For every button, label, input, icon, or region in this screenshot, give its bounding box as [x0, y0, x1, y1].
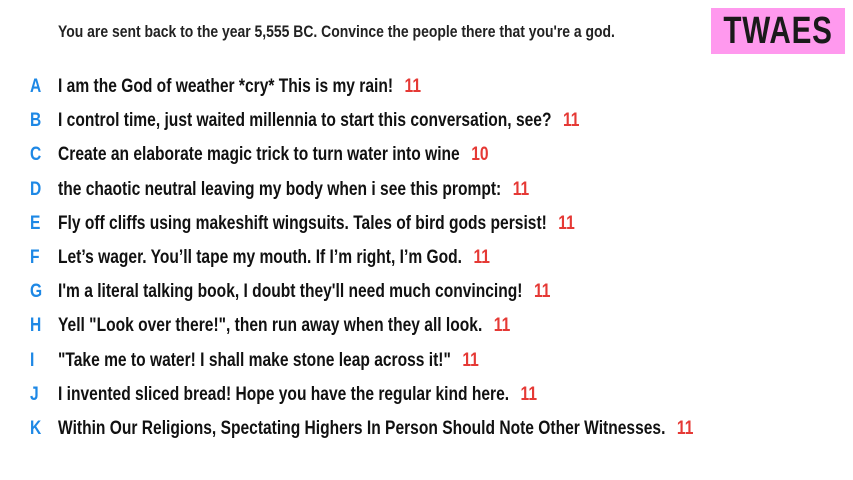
entry-letter: K — [30, 417, 42, 439]
entry-content: I'm a literal talking book, I doubt they… — [58, 281, 550, 303]
entry-content: Yell "Look over there!", then run away w… — [58, 315, 510, 337]
entry-score: 11 — [493, 315, 511, 337]
list-item: K Within Our Religions, Spectating Highe… — [0, 412, 853, 446]
entry-score: 10 — [471, 144, 489, 166]
list-item: C Create an elaborate magic trick to tur… — [0, 138, 853, 172]
entry-letter: D — [30, 178, 42, 200]
prompt-text: You are sent back to the year 5,555 BC. … — [58, 22, 615, 41]
entry-letter: E — [30, 212, 41, 234]
list-item: E Fly off cliffs using makeshift wingsui… — [0, 207, 853, 241]
entry-content: Create an elaborate magic trick to turn … — [58, 144, 489, 166]
entry-text: Let’s wager. You’ll tape my mouth. If I’… — [58, 247, 462, 269]
list-item: D the chaotic neutral leaving my body wh… — [0, 173, 853, 207]
entry-text: I control time, just waited millennia to… — [58, 110, 552, 132]
entry-letter: C — [30, 144, 42, 166]
entry-score: 11 — [676, 417, 694, 439]
entry-content: the chaotic neutral leaving my body when… — [58, 179, 529, 201]
entry-score: 11 — [520, 383, 538, 405]
list-item: I "Take me to water! I shall make stone … — [0, 344, 853, 378]
badge-label: TWAES — [723, 9, 833, 52]
entry-score: 11 — [562, 110, 580, 132]
twaes-badge: TWAES — [711, 8, 845, 54]
entry-letter: J — [30, 383, 39, 405]
entry-content: "Take me to water! I shall make stone le… — [58, 350, 479, 372]
entry-text: "Take me to water! I shall make stone le… — [58, 349, 451, 371]
entry-score: 11 — [404, 76, 422, 98]
entry-score: 11 — [473, 247, 490, 269]
entry-score: 11 — [533, 281, 551, 303]
entry-content: I invented sliced bread! Hope you have t… — [58, 384, 537, 406]
entry-content: Within Our Religions, Spectating Highers… — [58, 418, 693, 440]
entry-letter: H — [30, 315, 42, 337]
list-item: B I control time, just waited millennia … — [0, 104, 853, 138]
entry-letter: I — [30, 349, 35, 371]
entry-text: Create an elaborate magic trick to turn … — [58, 144, 460, 166]
list-item: J I invented sliced bread! Hope you have… — [0, 378, 853, 412]
list-item: G I'm a literal talking book, I doubt th… — [0, 275, 853, 309]
entry-letter: A — [30, 76, 42, 98]
entry-text: the chaotic neutral leaving my body when… — [58, 178, 502, 200]
entry-content: I am the God of weather *cry* This is my… — [58, 76, 421, 98]
entry-text: Within Our Religions, Spectating Highers… — [58, 417, 666, 439]
entry-letter: F — [30, 247, 40, 269]
entry-text: I am the God of weather *cry* This is my… — [58, 76, 394, 98]
entry-letter: G — [30, 281, 43, 303]
entry-score: 11 — [558, 212, 575, 234]
entry-content: I control time, just waited millennia to… — [58, 110, 579, 132]
entry-text: I'm a literal talking book, I doubt they… — [58, 281, 523, 303]
list-item: F Let’s wager. You’ll tape my mouth. If … — [0, 241, 853, 275]
entry-text: Fly off cliffs using makeshift wingsuits… — [58, 212, 547, 234]
entry-score: 11 — [462, 349, 479, 371]
entry-text: Yell "Look over there!", then run away w… — [58, 315, 483, 337]
entry-letter: B — [30, 110, 42, 132]
list-item: A I am the God of weather *cry* This is … — [0, 70, 853, 104]
list-item: H Yell "Look over there!", then run away… — [0, 309, 853, 343]
entry-score: 11 — [512, 178, 530, 200]
entries-list: A I am the God of weather *cry* This is … — [0, 70, 853, 446]
entry-content: Fly off cliffs using makeshift wingsuits… — [58, 213, 575, 235]
entry-content: Let’s wager. You’ll tape my mouth. If I’… — [58, 247, 490, 269]
entry-text: I invented sliced bread! Hope you have t… — [58, 383, 510, 405]
